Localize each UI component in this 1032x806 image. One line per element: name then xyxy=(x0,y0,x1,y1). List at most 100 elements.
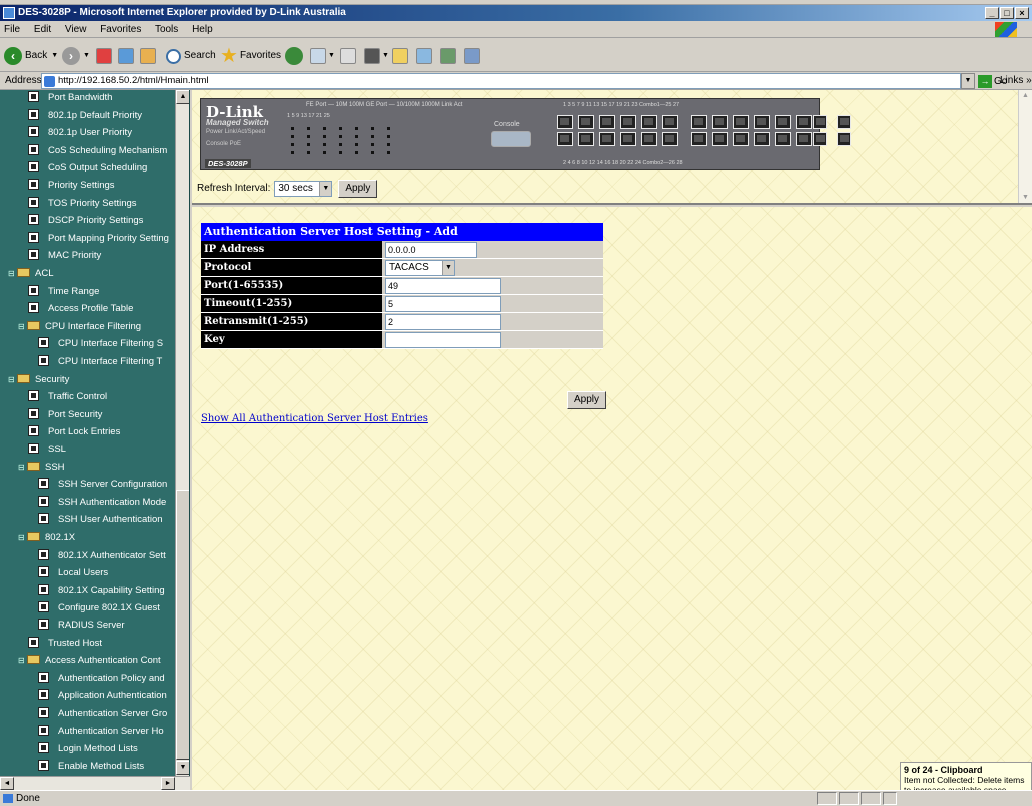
scroll-right-icon[interactable]: ► xyxy=(161,777,175,790)
home-button[interactable] xyxy=(140,45,156,67)
protocol-select[interactable]: TACACS ▼ xyxy=(385,260,455,276)
favorites-button[interactable]: ★ Favorites xyxy=(220,45,281,67)
refresh-interval-select[interactable]: 30 secs ▼ xyxy=(274,181,333,197)
ethernet-port[interactable] xyxy=(620,132,636,146)
tree-toggle-icon[interactable]: ⊟ xyxy=(18,318,26,335)
sidebar-item[interactable]: Priority Settings xyxy=(28,177,115,194)
menu-help[interactable]: Help xyxy=(192,24,213,35)
ethernet-port[interactable] xyxy=(641,132,657,146)
sidebar-item[interactable]: Login Method Lists xyxy=(38,740,138,757)
ethernet-port[interactable] xyxy=(578,132,594,146)
ethernet-port[interactable] xyxy=(796,132,812,146)
ethernet-port[interactable] xyxy=(775,132,791,146)
tree-toggle-icon[interactable]: ⊟ xyxy=(8,371,16,388)
sidebar-item[interactable]: ⊟ 802.1X xyxy=(18,529,75,546)
form-apply-button[interactable]: Apply xyxy=(567,391,607,409)
ethernet-port[interactable] xyxy=(599,115,615,129)
port-input[interactable]: 49 xyxy=(385,278,501,294)
sidebar-item[interactable]: CoS Output Scheduling xyxy=(28,159,147,176)
sidebar-item[interactable]: 802.1X Authenticator Sett xyxy=(38,547,166,564)
sidebar-item[interactable]: SSH Authentication Mode xyxy=(38,494,166,511)
ethernet-port[interactable] xyxy=(837,115,851,129)
minimize-button[interactable]: _ xyxy=(985,7,999,19)
research-button[interactable] xyxy=(440,45,456,67)
sidebar-item[interactable]: 802.1X Capability Setting xyxy=(38,582,165,599)
ethernet-port[interactable] xyxy=(557,132,573,146)
menu-edit[interactable]: Edit xyxy=(34,24,51,35)
print-button[interactable] xyxy=(340,45,356,67)
sidebar-item[interactable]: TOS Priority Settings xyxy=(28,195,137,212)
sidebar-item[interactable]: MAC Priority xyxy=(28,247,101,264)
scroll-thumb[interactable] xyxy=(176,490,189,760)
sidebar-item[interactable]: 802.1p Default Priority xyxy=(28,107,142,124)
ethernet-port[interactable] xyxy=(796,115,812,129)
ethernet-port[interactable] xyxy=(620,115,636,129)
sidebar-item[interactable]: ⊟ Access Authentication Cont xyxy=(18,652,161,669)
sidebar-item[interactable]: DSCP Priority Settings xyxy=(28,212,143,229)
sidebar-item[interactable]: CPU Interface Filtering S xyxy=(38,335,163,352)
sidebar-vertical-scrollbar[interactable]: ▲ ▼ xyxy=(175,90,189,790)
key-input[interactable] xyxy=(385,332,501,348)
sidebar-horizontal-scrollbar[interactable]: ◄ ► xyxy=(0,776,190,790)
sidebar-item[interactable]: CPU Interface Filtering T xyxy=(38,353,162,370)
retransmit-input[interactable]: 2 xyxy=(385,314,501,330)
sidebar-item[interactable]: ⊟ CPU Interface Filtering xyxy=(18,318,141,335)
forward-button[interactable]: › ▼ xyxy=(62,45,90,67)
ethernet-port[interactable] xyxy=(754,115,770,129)
ethernet-port[interactable] xyxy=(813,132,827,146)
ethernet-port[interactable] xyxy=(691,115,707,129)
ethernet-port[interactable] xyxy=(662,132,678,146)
ethernet-port[interactable] xyxy=(641,115,657,129)
sidebar-item[interactable]: Authentication Server Ho xyxy=(38,723,164,740)
close-button[interactable]: × xyxy=(1015,7,1029,19)
history-button[interactable] xyxy=(285,45,303,67)
scroll-up-icon[interactable]: ▲ xyxy=(1019,92,1032,99)
sidebar-item[interactable]: ⊟ ACL xyxy=(8,265,53,282)
sidebar-item[interactable]: Traffic Control xyxy=(28,388,107,405)
tree-toggle-icon[interactable]: ⊟ xyxy=(8,265,16,282)
sidebar-item[interactable]: ⊟ Security xyxy=(8,371,69,388)
sidebar-item[interactable]: Port Security xyxy=(28,406,102,423)
tools-button[interactable] xyxy=(464,45,480,67)
ethernet-port[interactable] xyxy=(712,132,728,146)
sidebar-item[interactable]: RADIUS Server xyxy=(38,617,125,634)
sidebar-item[interactable]: Enable Method Lists xyxy=(38,758,144,775)
sidebar-item[interactable]: Access Profile Table xyxy=(28,300,133,317)
sidebar-item[interactable]: Local Users xyxy=(38,564,108,581)
timeout-input[interactable]: 5 xyxy=(385,296,501,312)
sidebar-item[interactable]: Port Bandwidth xyxy=(28,90,112,106)
sidebar-item[interactable]: SSH User Authentication xyxy=(38,511,163,528)
sidebar-item[interactable]: 802.1p User Priority xyxy=(28,124,132,141)
tree-toggle-icon[interactable]: ⊟ xyxy=(18,459,26,476)
sidebar-item[interactable]: CoS Scheduling Mechanism xyxy=(28,142,167,159)
ethernet-port[interactable] xyxy=(813,115,827,129)
sidebar-item[interactable]: ⊟ SSH xyxy=(18,459,65,476)
refresh-button[interactable] xyxy=(118,45,134,67)
scroll-left-icon[interactable]: ◄ xyxy=(0,777,14,790)
tree-toggle-icon[interactable]: ⊟ xyxy=(18,652,26,669)
search-button[interactable]: Search xyxy=(166,45,216,67)
ethernet-port[interactable] xyxy=(662,115,678,129)
address-input[interactable]: http://192.168.50.2/html/Hmain.html xyxy=(41,73,961,89)
scroll-down-icon[interactable]: ▼ xyxy=(176,761,189,775)
scroll-up-icon[interactable]: ▲ xyxy=(176,90,189,104)
tree-toggle-icon[interactable]: ⊟ xyxy=(18,529,26,546)
messenger-button[interactable] xyxy=(416,45,432,67)
menu-view[interactable]: View xyxy=(65,24,87,35)
sidebar-item[interactable]: Port Lock Entries xyxy=(28,423,120,440)
folder-button[interactable] xyxy=(392,45,408,67)
show-all-entries-link[interactable]: Show All Authentication Server Host Entr… xyxy=(201,413,428,424)
sidebar-item[interactable]: Trusted Host xyxy=(28,635,102,652)
menu-favorites[interactable]: Favorites xyxy=(100,24,141,35)
menu-file[interactable]: File xyxy=(4,24,20,35)
links-button[interactable]: Links » xyxy=(1000,72,1032,90)
ethernet-port[interactable] xyxy=(733,115,749,129)
maximize-button[interactable]: □ xyxy=(1000,7,1014,19)
address-dropdown-icon[interactable]: ▼ xyxy=(961,73,975,89)
sidebar-item[interactable]: SSH Server Configuration xyxy=(38,476,167,493)
switch-front-panel[interactable]: D-Link Managed Switch Power Link/Act/Spe… xyxy=(200,98,851,170)
ethernet-port[interactable] xyxy=(837,132,851,146)
edit-button[interactable]: ▼ xyxy=(364,45,389,67)
ethernet-port[interactable] xyxy=(557,115,573,129)
ip-address-input[interactable]: 0.0.0.0 xyxy=(385,242,477,258)
